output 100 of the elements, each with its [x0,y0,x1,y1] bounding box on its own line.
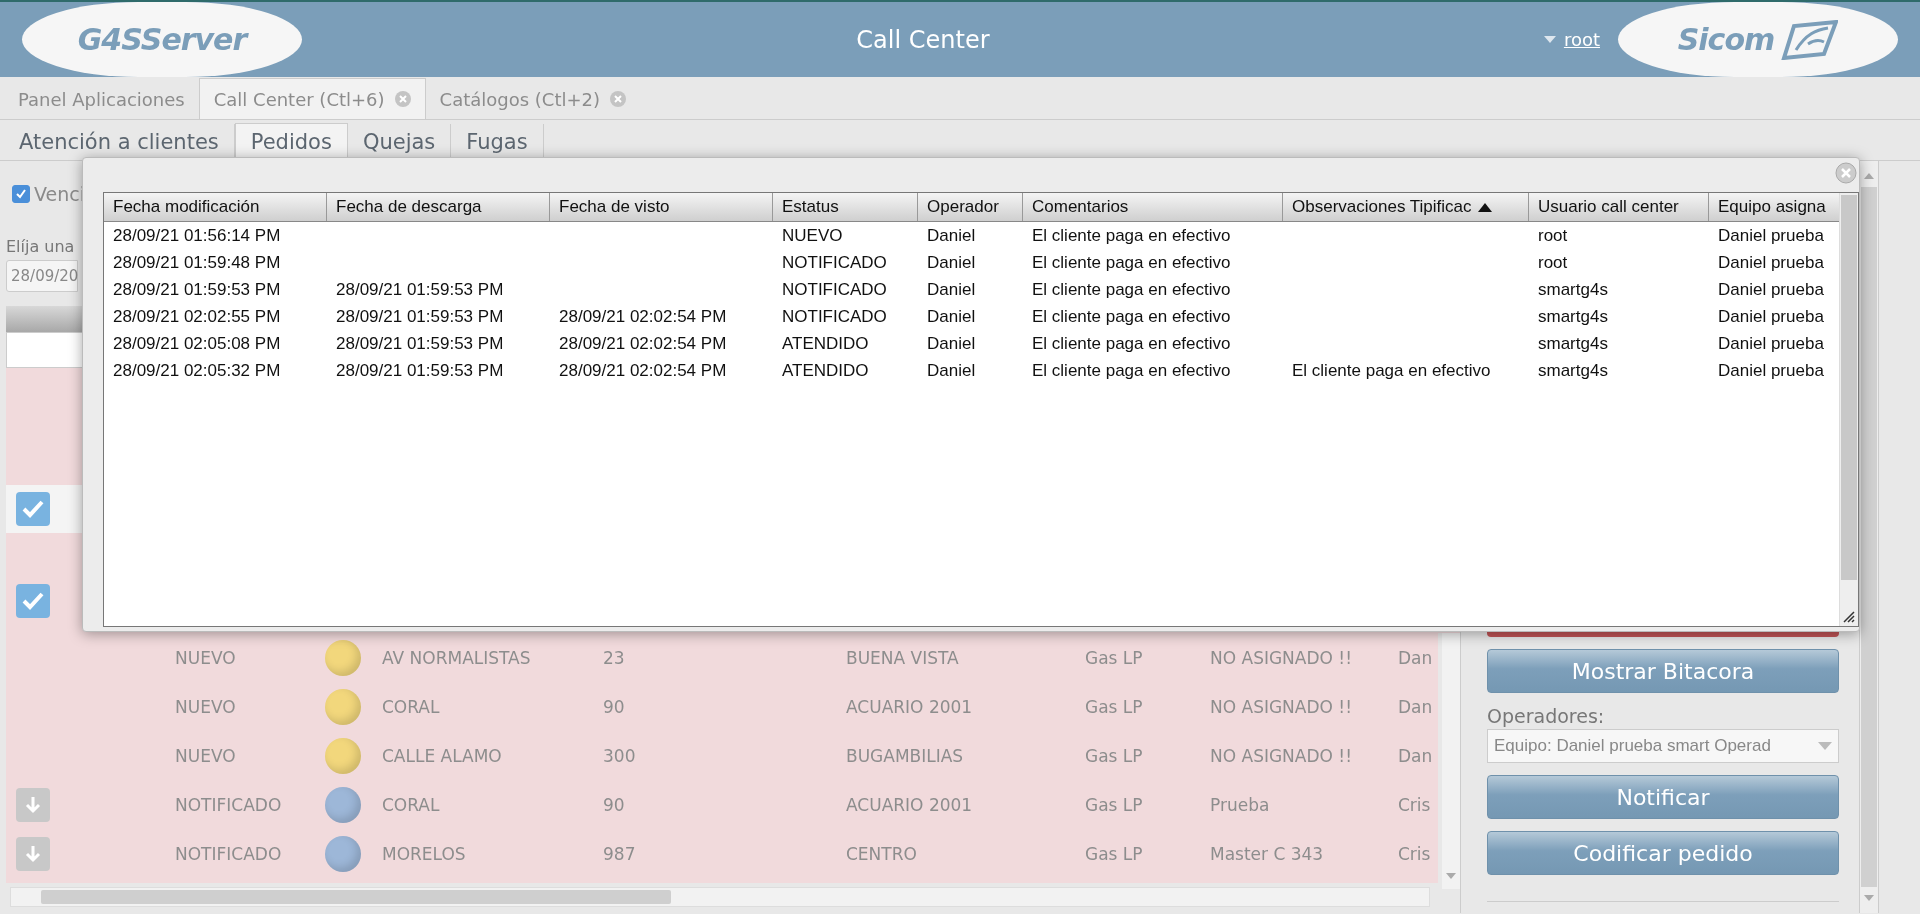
table-cell: El cliente paga en efectivo [1032,225,1231,246]
column-header[interactable]: Usuario call center [1529,193,1709,221]
table-cell: 28/09/21 02:02:55 PM [113,306,281,327]
table-cell: 28/09/21 02:02:54 PM [559,306,727,327]
table-cell: smartg4s [1538,306,1608,327]
table-cell: 28/09/21 02:02:54 PM [559,360,727,381]
table-cell: 28/09/21 01:59:53 PM [336,360,504,381]
close-icon[interactable] [394,91,411,107]
table-cell-text: Gas LP [1085,794,1144,815]
column-header[interactable]: Operador [918,193,1023,221]
table-cell-text: Dan [1398,647,1434,668]
table-cell-text: ACUARIO 2001 [846,696,974,717]
app-tab[interactable]: Panel Aplicaciones [4,79,199,119]
table-cell-text: AV NORMALISTAS [382,647,532,668]
window-title: Call Center [855,25,991,54]
show-log-button[interactable]: Mostrar Bitacora [1487,649,1839,693]
check-icon [21,591,45,611]
notify-button[interactable]: Notificar [1487,775,1839,819]
table-cell-text: CORAL [382,696,441,717]
table-cell-text: CORAL [382,794,441,815]
table-cell-text: BUENA VISTA [846,647,960,668]
column-header[interactable]: Estatus [773,193,918,221]
app-tab[interactable]: Call Center (Ctl+6) [198,78,426,119]
scroll-up-icon[interactable] [1864,173,1874,179]
table-cell: root [1538,225,1568,246]
table-cell-text: ACUARIO 2001 [846,794,974,815]
close-icon[interactable] [610,91,627,107]
column-header[interactable]: Fecha de descarga [327,193,550,221]
table-cell: Daniel [927,225,976,246]
table-cell-text: Gas LP [1085,696,1144,717]
table-cell: Daniel [927,252,976,273]
logo-text: Sicom [1677,22,1775,57]
encode-order-button[interactable]: Codificar pedido [1487,831,1839,875]
table-cell: 28/09/21 02:02:54 PM [559,333,727,354]
table-cell-text: Prueba [1210,794,1271,815]
scrollbar[interactable] [10,887,1430,907]
table-cell: 28/09/21 02:05:32 PM [113,360,281,381]
date-field[interactable]: 28/09/20 [6,260,78,292]
table-cell-text: NO ASIGNADO !! [1210,647,1353,668]
table-cell-text: Dan [1398,745,1434,766]
download-button[interactable] [16,836,50,871]
table-cell-text: Gas LP [1085,843,1144,864]
row-checkbox[interactable] [16,492,50,526]
scroll-down-icon[interactable] [1864,895,1874,901]
table-cell: smartg4s [1538,279,1608,300]
check-icon [21,499,45,519]
app-tab[interactable]: Catálogos (Ctl+2) [425,79,641,119]
table-cell-text: 300 [603,745,637,766]
table-cell: smartg4s [1538,360,1608,381]
column-header[interactable]: Fecha modificación [104,193,327,221]
check-icon [15,188,27,200]
scrollbar[interactable] [1859,161,1879,913]
scroll-down-icon[interactable] [1446,873,1456,879]
user-link[interactable]: root [1563,29,1600,50]
table-cell-text: Master C 343 [1210,843,1325,864]
table-cell-text: Dan [1398,696,1434,717]
arrow-down-icon [24,794,42,815]
row-checkbox[interactable] [16,584,50,618]
table-cell: NOTIFICADO [782,252,887,273]
table-cell: NOTIFICADO [782,306,887,327]
table-cell-text: 987 [603,843,637,864]
table-cell: Daniel prueba [1718,360,1824,381]
table-cell: Daniel [927,306,976,327]
table-cell-text: Gas LP [1085,647,1144,668]
column-header[interactable]: Fecha de visto [550,193,773,221]
download-button[interactable] [16,787,50,822]
table-cell-text: NO ASIGNADO !! [1210,696,1353,717]
scrollbar[interactable] [1839,193,1858,626]
table-cell-text: NO ASIGNADO !! [1210,745,1353,766]
table-cell: El cliente paga en efectivo [1032,306,1231,327]
dropdown-icon[interactable] [1818,742,1832,750]
table-cell: Daniel [927,360,976,381]
table-cell: El cliente paga en efectivo [1032,279,1231,300]
resize-grip-icon[interactable] [1842,610,1856,624]
operators-select[interactable]: Equipo: Daniel prueba smart Operad [1487,729,1839,763]
table-cell-text: NUEVO [175,647,237,668]
column-header[interactable]: Observaciones Tipificac [1283,193,1529,221]
table-cell: 28/09/21 01:59:53 PM [336,279,504,300]
table-cell: 28/09/21 01:56:14 PM [113,225,281,246]
table-cell: Daniel [927,333,976,354]
arrow-down-icon [24,843,42,864]
table-cell-text: NOTIFICADO [175,843,283,864]
table-cell: Daniel prueba [1718,279,1824,300]
table-cell: 28/09/21 01:59:53 PM [336,306,504,327]
scrollbar[interactable] [1442,633,1460,889]
table-cell: 28/09/21 01:59:48 PM [113,252,281,273]
table-cell: Daniel prueba [1718,306,1824,327]
table-cell: NOTIFICADO [782,279,887,300]
table-cell-text: 23 [603,647,626,668]
table-cell-text: 90 [603,794,626,815]
table-cell-text: Cris [1398,794,1432,815]
checkbox[interactable] [12,185,30,203]
logo-text: G4SServer [77,22,247,57]
table-cell: 28/09/21 01:59:53 PM [336,333,504,354]
table-cell-text: CALLE ALAMO [382,745,503,766]
table-cell-text: NUEVO [175,745,237,766]
table-cell: ATENDIDO [782,360,869,381]
close-icon[interactable] [1835,162,1857,184]
column-header[interactable]: Comentarios [1023,193,1283,221]
caret-icon[interactable] [1543,36,1556,43]
